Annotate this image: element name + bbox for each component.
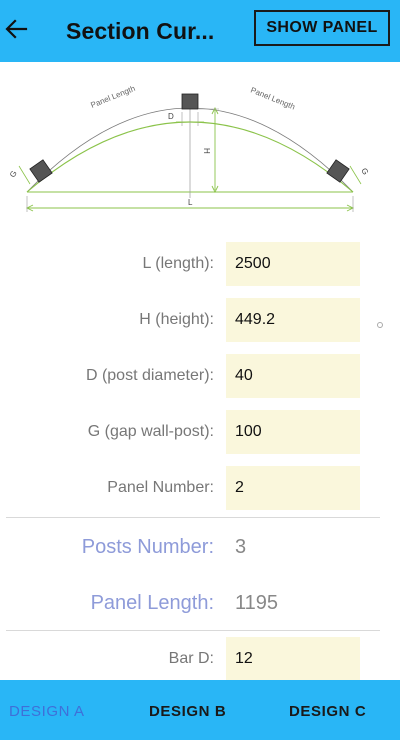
height-input[interactable] (226, 298, 360, 342)
g-left-label: G (8, 169, 19, 179)
panel-length-right-label: Panel Length (249, 86, 296, 112)
post-diameter-input[interactable] (226, 354, 360, 398)
height-row: H (height): (0, 298, 400, 342)
bottom-navigation: DESIGN A DESIGN B DESIGN C (0, 680, 400, 740)
gap-input[interactable] (226, 410, 360, 454)
app-screen: Section Cur... SHOW PANEL Panel Length P… (0, 0, 400, 740)
tab-design-b[interactable]: DESIGN B (149, 680, 226, 740)
length-label: L (length): (142, 255, 214, 272)
posts-number-value: 3 (235, 536, 247, 558)
post-diameter-row: D (post diameter): (0, 354, 400, 398)
length-row: L (length): (0, 242, 400, 286)
panel-length-label: Panel Length: (90, 592, 214, 614)
back-arrow-icon[interactable] (4, 16, 28, 42)
l-label: L (188, 198, 193, 207)
height-label: H (height): (139, 311, 214, 328)
tab-design-c[interactable]: DESIGN C (289, 680, 366, 740)
panel-number-label: Panel Number: (107, 479, 214, 496)
panel-number-row: Panel Number: (0, 466, 400, 510)
bar-d-label: Bar D: (168, 650, 214, 667)
panel-length-left-label: Panel Length (89, 84, 136, 110)
bar-d-row: Bar D: (0, 637, 400, 681)
gap-row: G (gap wall-post): (0, 410, 400, 454)
panel-length-value: 1195 (235, 592, 279, 614)
tab-design-a[interactable]: DESIGN A (9, 680, 85, 740)
posts-number-label: Posts Number: (81, 536, 214, 558)
gap-label: G (gap wall-post): (87, 423, 214, 440)
divider-top (6, 517, 380, 518)
d-label: D (168, 112, 174, 121)
length-input[interactable] (226, 242, 360, 286)
post-center (181, 93, 199, 110)
page-title: Section Cur... (66, 18, 215, 44)
show-panel-button[interactable]: SHOW PANEL (254, 10, 390, 46)
post-right (326, 159, 350, 183)
app-bar: Section Cur... SHOW PANEL (0, 0, 400, 62)
post-left (29, 159, 53, 183)
g-right-label: G (359, 167, 370, 177)
bar-d-input[interactable] (226, 637, 360, 681)
section-curve-diagram: Panel Length Panel Length D H G G L (8, 84, 370, 212)
divider-bottom (6, 630, 380, 631)
h-label: H (202, 148, 211, 154)
panel-number-input[interactable] (226, 466, 360, 510)
scroll-indicator-dot (377, 322, 383, 328)
post-diameter-label: D (post diameter): (85, 367, 214, 384)
